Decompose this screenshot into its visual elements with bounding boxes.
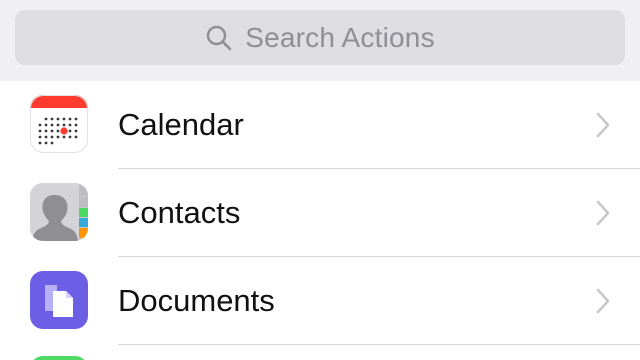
search-placeholder: Search Actions: [245, 21, 435, 53]
row-separator: [118, 344, 640, 345]
list-item-calendar[interactable]: Calendar: [0, 81, 640, 169]
search-field[interactable]: Search Actions: [15, 10, 625, 65]
actions-screen: Search Actions Calendar Contacts Documen…: [0, 0, 640, 360]
list-item-label: Contacts: [118, 195, 241, 230]
list-item-documents[interactable]: Documents: [0, 257, 640, 345]
actions-list: Calendar Contacts Documents: [0, 81, 640, 345]
chevron-right-icon: [596, 200, 610, 226]
chevron-right-icon: [596, 288, 610, 314]
list-item-label: Documents: [118, 283, 275, 318]
chevron-right-icon: [596, 112, 610, 138]
green-app-icon[interactable]: [30, 356, 88, 360]
search-icon: [207, 25, 232, 50]
contacts-icon: [30, 183, 88, 241]
calendar-icon: [30, 95, 88, 153]
list-item-contacts[interactable]: Contacts: [0, 169, 640, 257]
list-item-label: Calendar: [118, 107, 244, 142]
search-header: Search Actions: [0, 0, 640, 81]
documents-icon: [30, 271, 88, 329]
